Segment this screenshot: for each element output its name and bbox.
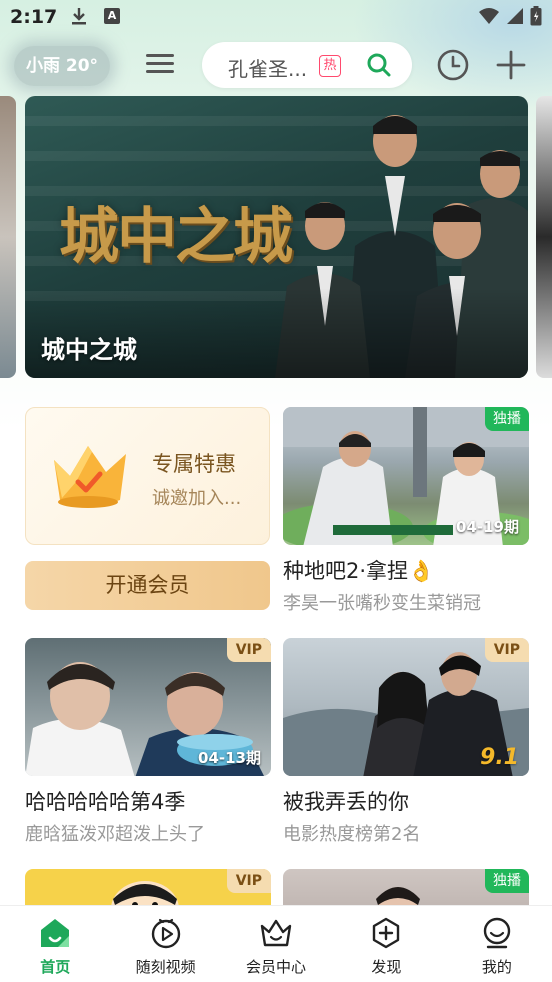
hot-badge: 热 [319,55,341,77]
home-icon [41,919,70,947]
video-title[interactable]: 种地吧2·拿捏👌 [283,555,434,585]
banner-logo: 城中之城 [59,202,293,272]
add-icon[interactable] [494,48,528,82]
banner-prev-peek[interactable] [0,96,16,378]
video-card[interactable]: 独播 04-19期 种地吧2·拿捏👌 李昊一张嘴秒变生菜销冠 [283,407,529,614]
nav-suike-video[interactable]: 随刻视频 [110,906,220,982]
bottom-nav: 首页 随刻视频 会员中心 发现 我的 [0,905,552,982]
nav-home[interactable]: 首页 [0,906,110,982]
wifi-icon [479,8,499,24]
exclusive-badge: 独播 [485,869,529,893]
search-box[interactable]: 孔雀圣... 热 [202,42,412,88]
rating-score: 9.1 [480,745,519,770]
download-icon [72,8,86,25]
notification-a-icon: A [104,8,120,24]
vip-badge: VIP [226,869,271,893]
promo-subtitle: 诚邀加入... [152,488,242,509]
video-card[interactable]: VIP 9.1 被我弄丢的你 电影热度榜第2名 [283,638,529,845]
battery-icon [530,6,542,26]
nav-label: 发现 [371,958,402,976]
open-vip-button[interactable]: 开通会员 [25,561,270,610]
discover-plus-icon [373,917,400,949]
member-promo-card[interactable]: 专属特惠 诚邀加入... [25,407,270,545]
banner-next-peek[interactable] [536,96,552,378]
video-subtitle: 电影热度榜第2名 [283,824,421,845]
weather-pill[interactable]: 小雨 20° [14,46,110,86]
menu-icon[interactable] [146,50,176,80]
status-time: 2:17 [10,6,58,28]
video-subtitle: 鹿晗猛泼邓超泼上头了 [25,824,205,845]
search-input[interactable]: 孔雀圣... [228,53,307,82]
video-card[interactable]: VIP 04-13期 哈哈哈哈哈第4季 鹿晗猛泼邓超泼上头了 [25,638,271,845]
video-thumbnail[interactable]: VIP 9.1 [283,638,529,776]
promo-title: 专属特惠 [152,452,236,476]
banner-card[interactable]: 城中之城 城中之城 [25,96,528,378]
episode-label: 04-13期 [198,749,261,767]
vip-badge: VIP [226,638,271,662]
nav-label: 首页 [40,958,71,976]
episode-label: 04-19期 [456,518,519,536]
video-thumbnail[interactable]: 独播 04-19期 [283,407,529,545]
video-title[interactable]: 哈哈哈哈哈第4季 [25,786,185,816]
nav-mine[interactable]: 我的 [442,906,552,982]
search-icon[interactable] [366,52,392,78]
crown-icon [54,446,126,508]
play-circle-icon [151,918,180,949]
banner-title: 城中之城 [41,336,137,364]
nav-discover[interactable]: 发现 [331,906,441,982]
nav-label: 随刻视频 [135,958,196,976]
crown-outline-icon [260,919,292,947]
video-subtitle: 李昊一张嘴秒变生菜销冠 [283,593,481,614]
nav-member-center[interactable]: 会员中心 [221,906,331,982]
history-icon[interactable] [436,48,470,82]
nav-label: 我的 [481,958,512,976]
video-title[interactable]: 被我弄丢的你 [283,786,409,816]
video-thumbnail[interactable]: VIP 04-13期 [25,638,271,776]
profile-icon [483,917,511,949]
exclusive-badge: 独播 [485,407,529,431]
vip-badge: VIP [484,638,529,662]
signal-icon [507,8,523,24]
nav-label: 会员中心 [246,958,307,976]
status-bar: 2:17 A [0,0,552,34]
